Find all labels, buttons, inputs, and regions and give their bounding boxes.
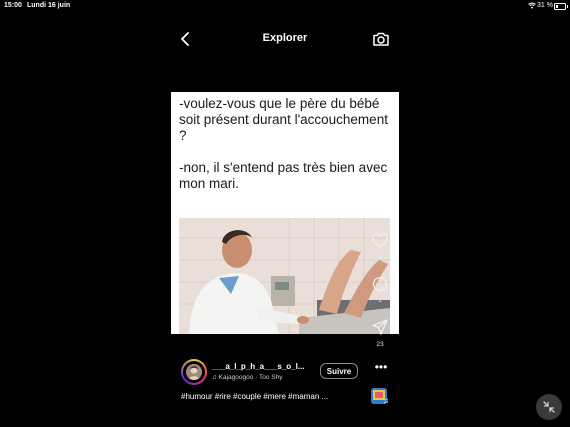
share-count: 23 [376, 341, 384, 348]
post-photo [179, 218, 390, 334]
status-time: 15:00 [4, 2, 22, 9]
wifi-icon [528, 2, 536, 11]
more-options-button[interactable]: ••• [374, 361, 388, 373]
username[interactable]: ___a_l_p_h_a___s_o_l... [212, 362, 305, 371]
comment-button[interactable] [371, 275, 389, 293]
status-bar: 15:00 Lundi 16 juin 31 % [0, 0, 570, 14]
post-text-line: -non, il s'entend pas très bien avec mon… [179, 160, 388, 191]
page-header: Explorer [0, 27, 570, 51]
status-date: Lundi 16 juin [27, 2, 71, 9]
camera-icon [372, 32, 390, 52]
like-button[interactable] [371, 232, 389, 250]
share-button[interactable] [371, 318, 389, 336]
collapse-arrows-icon [536, 401, 562, 424]
post-meme-text: -voulez-vous que le père du bébé soit pr… [179, 96, 395, 192]
follow-button[interactable]: Suivre [320, 363, 358, 379]
post-caption[interactable]: #humour #rire #couple #mere #maman ... [181, 392, 328, 401]
battery-icon [554, 3, 568, 10]
audio-track[interactable]: ♫ Kajagoogoo · Too Shy [212, 374, 283, 381]
like-count: 1743 [372, 254, 388, 261]
comment-count: 1 [378, 297, 382, 304]
post-image[interactable]: -voulez-vous que le père du bébé soit pr… [171, 92, 399, 334]
minimize-button[interactable] [536, 394, 562, 420]
page-title: Explorer [262, 32, 308, 44]
comment-icon [371, 276, 389, 297]
music-note-icon: ♫ [383, 396, 389, 405]
post-text-line: -voulez-vous que le père du bébé soit pr… [179, 96, 388, 143]
avatar-image [186, 364, 202, 380]
send-icon [371, 319, 389, 340]
avatar[interactable] [181, 359, 207, 385]
battery-percent: 31 % [537, 2, 553, 9]
heart-icon [371, 233, 389, 254]
camera-button[interactable] [372, 30, 390, 48]
